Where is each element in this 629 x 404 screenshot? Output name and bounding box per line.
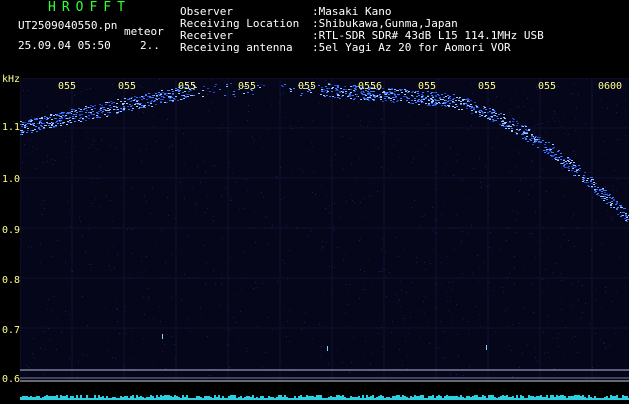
spectrogram-canvas (20, 78, 629, 380)
spectrogram (20, 78, 629, 380)
header-panel: HROFFT UT2509040550.pn meteor 25.09.04 0… (0, 0, 629, 72)
y-axis-unit: kHz (2, 74, 21, 85)
extra-indicator: 2.. (140, 39, 160, 52)
y-tick-0.8: 0.8 (2, 275, 21, 286)
x-tick-4: 055 (238, 81, 257, 92)
y-tick-1.0: 1.0 (2, 174, 21, 185)
x-tick-10: 0600 (598, 81, 623, 92)
y-tick-0.7: 0.7 (2, 325, 21, 336)
x-tick-5: 055 (298, 81, 317, 92)
x-tick-9: 055 (538, 81, 557, 92)
x-tick-6: 0556 (358, 81, 383, 92)
power-strip-canvas (20, 380, 629, 400)
antenna-key: Receiving antenna (180, 41, 293, 54)
meteor-label: meteor (124, 25, 164, 38)
y-tick-0.9: 0.9 (2, 225, 21, 236)
x-tick-3: 055 (178, 81, 197, 92)
date-time: 25.09.04 05:50 (18, 39, 111, 52)
power-strip (20, 380, 629, 400)
x-tick-8: 055 (478, 81, 497, 92)
x-tick-1: 055 (58, 81, 77, 92)
y-tick-0.6: 0.6 (2, 374, 21, 385)
antenna-value: :5el Yagi Az 20 for Aomori VOR (312, 41, 511, 54)
file-name: UT2509040550.pn (18, 19, 118, 32)
app-logo: HROFFT (48, 0, 131, 15)
y-tick-1.1: 1.1 (2, 122, 21, 133)
x-tick-7: 055 (418, 81, 437, 92)
x-tick-2: 055 (118, 81, 137, 92)
